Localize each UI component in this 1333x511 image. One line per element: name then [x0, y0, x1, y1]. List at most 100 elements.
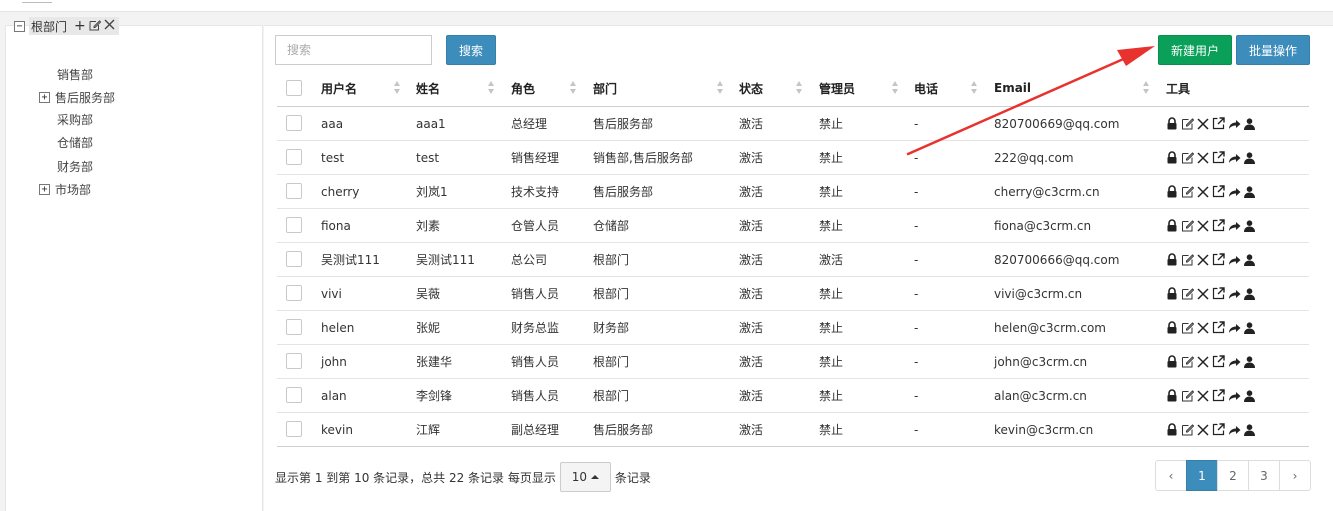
row-checkbox[interactable] — [286, 319, 302, 335]
select-all-checkbox[interactable] — [286, 80, 302, 96]
lock-icon[interactable] — [1166, 185, 1178, 198]
page-size-select[interactable]: 10 — [559, 462, 611, 492]
open-external-icon[interactable] — [1212, 389, 1225, 402]
share-icon[interactable] — [1228, 288, 1241, 300]
user-icon[interactable] — [1244, 423, 1255, 436]
table-row[interactable]: test test 销售经理 销售部,售后服务部 激活 禁止 - 222@qq.com — [277, 141, 1309, 175]
lock-icon[interactable] — [1166, 287, 1178, 300]
sort-icon[interactable] — [796, 81, 803, 95]
page-size-value[interactable]: 10 — [572, 470, 587, 484]
share-icon[interactable] — [1228, 186, 1241, 198]
delete-icon[interactable] — [1197, 287, 1209, 300]
lock-icon[interactable] — [1166, 219, 1178, 232]
tree-node-label[interactable]: 仓储部 — [57, 134, 93, 151]
prev-page-button[interactable]: ‹ — [1155, 460, 1187, 491]
sort-icon[interactable] — [971, 81, 978, 95]
column-header-name[interactable]: 姓名 — [416, 70, 440, 106]
tree-root-node[interactable]: − 根部门 + — [14, 17, 119, 35]
delete-icon[interactable] — [1197, 253, 1209, 266]
row-checkbox[interactable] — [286, 217, 302, 233]
lock-icon[interactable] — [1166, 423, 1178, 436]
edit-icon[interactable] — [1181, 321, 1194, 334]
tree-root-label[interactable]: 根部门 — [31, 18, 67, 35]
collapse-icon[interactable]: − — [14, 20, 25, 32]
column-header-email[interactable]: Email — [994, 70, 1031, 106]
tree-node-label[interactable]: 财务部 — [57, 158, 93, 175]
tree-node[interactable]: + 市场部 — [39, 181, 91, 197]
row-checkbox[interactable] — [286, 183, 302, 199]
edit-icon[interactable] — [1181, 287, 1194, 300]
sort-icon[interactable] — [394, 81, 401, 95]
tree-node[interactable]: 财务部 — [57, 158, 93, 174]
lock-icon[interactable] — [1166, 389, 1178, 402]
share-icon[interactable] — [1228, 220, 1241, 232]
open-external-icon[interactable] — [1212, 253, 1225, 266]
edit-icon[interactable] — [89, 19, 101, 34]
table-row[interactable]: john 张建华 销售人员 根部门 激活 禁止 - john@c3crm.cn — [277, 345, 1309, 379]
search-input[interactable] — [275, 35, 432, 65]
lock-icon[interactable] — [1166, 151, 1178, 164]
page-button[interactable]: 3 — [1248, 460, 1280, 491]
row-checkbox[interactable] — [286, 115, 302, 131]
edit-icon[interactable] — [1181, 185, 1194, 198]
table-row[interactable]: kevin 江辉 副总经理 售后服务部 激活 禁止 - kevin@c3crm.cn — [277, 413, 1309, 447]
share-icon[interactable] — [1228, 152, 1241, 164]
user-icon[interactable] — [1244, 117, 1255, 130]
sort-icon[interactable] — [717, 81, 724, 95]
lock-icon[interactable] — [1166, 117, 1178, 130]
new-user-button[interactable]: 新建用户 — [1158, 35, 1232, 65]
table-row[interactable]: aaa aaa1 总经理 售后服务部 激活 禁止 - 820700669@qq.com — [277, 107, 1309, 141]
user-icon[interactable] — [1244, 219, 1255, 232]
delete-icon[interactable] — [1197, 389, 1209, 402]
lock-icon[interactable] — [1166, 321, 1178, 334]
sort-icon[interactable] — [570, 81, 577, 95]
table-row[interactable]: cherry 刘岚1 技术支持 售后服务部 激活 禁止 - cherry@c3crm.cn — [277, 175, 1309, 209]
delete-icon[interactable] — [1197, 151, 1209, 164]
tree-root-highlight[interactable]: 根部门 + — [29, 17, 119, 35]
user-icon[interactable] — [1244, 287, 1255, 300]
edit-icon[interactable] — [1181, 355, 1194, 368]
column-header-dept[interactable]: 部门 — [593, 70, 617, 106]
column-header-admin[interactable]: 管理员 — [819, 70, 855, 106]
table-row[interactable]: alan 李剑锋 销售人员 根部门 激活 禁止 - alan@c3crm.cn — [277, 379, 1309, 413]
open-external-icon[interactable] — [1212, 321, 1225, 334]
sort-icon[interactable] — [488, 81, 495, 95]
row-checkbox[interactable] — [286, 387, 302, 403]
open-external-icon[interactable] — [1212, 423, 1225, 436]
next-page-button[interactable]: › — [1279, 460, 1311, 491]
expand-icon[interactable]: + — [39, 183, 50, 195]
row-checkbox[interactable] — [286, 149, 302, 165]
lock-icon[interactable] — [1166, 253, 1178, 266]
expand-icon[interactable]: + — [39, 91, 50, 103]
open-external-icon[interactable] — [1212, 185, 1225, 198]
tree-node[interactable]: 仓储部 — [57, 134, 93, 150]
sort-icon[interactable] — [1143, 81, 1150, 95]
user-icon[interactable] — [1244, 389, 1255, 402]
share-icon[interactable] — [1228, 118, 1241, 130]
open-external-icon[interactable] — [1212, 355, 1225, 368]
user-icon[interactable] — [1244, 151, 1255, 164]
column-header-username[interactable]: 用户名 — [321, 70, 357, 106]
delete-icon[interactable] — [1197, 219, 1209, 232]
row-checkbox[interactable] — [286, 251, 302, 267]
open-external-icon[interactable] — [1212, 287, 1225, 300]
delete-icon[interactable] — [1197, 321, 1209, 334]
row-checkbox[interactable] — [286, 353, 302, 369]
open-external-icon[interactable] — [1212, 117, 1225, 130]
delete-icon[interactable] — [1197, 117, 1209, 130]
column-header-role[interactable]: 角色 — [511, 70, 535, 106]
column-header-status[interactable]: 状态 — [739, 70, 763, 106]
share-icon[interactable] — [1228, 424, 1241, 436]
edit-icon[interactable] — [1181, 253, 1194, 266]
open-external-icon[interactable] — [1212, 151, 1225, 164]
delete-icon[interactable] — [1197, 355, 1209, 368]
edit-icon[interactable] — [1181, 389, 1194, 402]
caret-up-icon[interactable] — [591, 475, 600, 479]
edit-icon[interactable] — [1181, 151, 1194, 164]
user-icon[interactable] — [1244, 355, 1255, 368]
edit-icon[interactable] — [1181, 117, 1194, 130]
table-row[interactable]: helen 张妮 财务总监 财务部 激活 禁止 - helen@c3crm.com — [277, 311, 1309, 345]
share-icon[interactable] — [1228, 390, 1241, 402]
table-row[interactable]: fiona 刘素 仓管人员 仓储部 激活 禁止 - fiona@c3crm.cn — [277, 209, 1309, 243]
tree-node-label[interactable]: 市场部 — [55, 181, 91, 198]
